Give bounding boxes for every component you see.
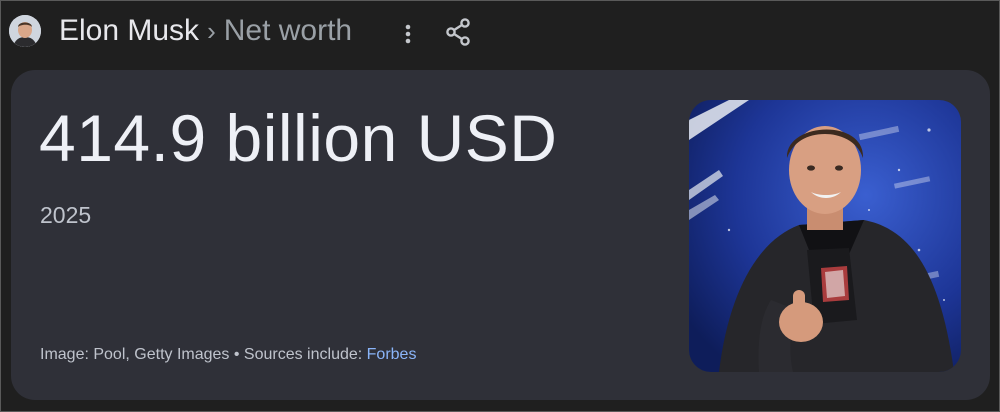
share-icon bbox=[446, 18, 470, 46]
profile-photo[interactable] bbox=[689, 100, 961, 372]
more-vert-icon bbox=[405, 24, 411, 44]
breadcrumb: Elon Musk › Net worth bbox=[59, 10, 352, 52]
credit-text: Image: Pool, Getty Images • Sources incl… bbox=[40, 346, 367, 363]
entity-name[interactable]: Elon Musk bbox=[59, 14, 199, 48]
image-credit-and-sources: Image: Pool, Getty Images • Sources incl… bbox=[40, 346, 416, 364]
attribute-name: Net worth bbox=[223, 14, 353, 47]
more-options-button[interactable] bbox=[397, 19, 419, 49]
share-button[interactable] bbox=[443, 17, 473, 47]
net-worth-year: 2025 bbox=[40, 202, 92, 228]
avatar-image bbox=[9, 15, 41, 47]
avatar[interactable] bbox=[9, 15, 41, 47]
knowledge-panel: Elon Musk › Net worth 414.9 billion USD … bbox=[0, 0, 1000, 412]
net-worth-value: 414.9 billion USD bbox=[39, 101, 558, 175]
panel-header: Elon Musk › Net worth bbox=[1, 1, 999, 63]
source-link-forbes[interactable]: Forbes bbox=[367, 346, 417, 363]
person-photo-image bbox=[689, 100, 961, 372]
breadcrumb-separator: › bbox=[207, 15, 216, 46]
net-worth-card: 414.9 billion USD 2025 Image: Pool, Gett… bbox=[11, 70, 990, 400]
